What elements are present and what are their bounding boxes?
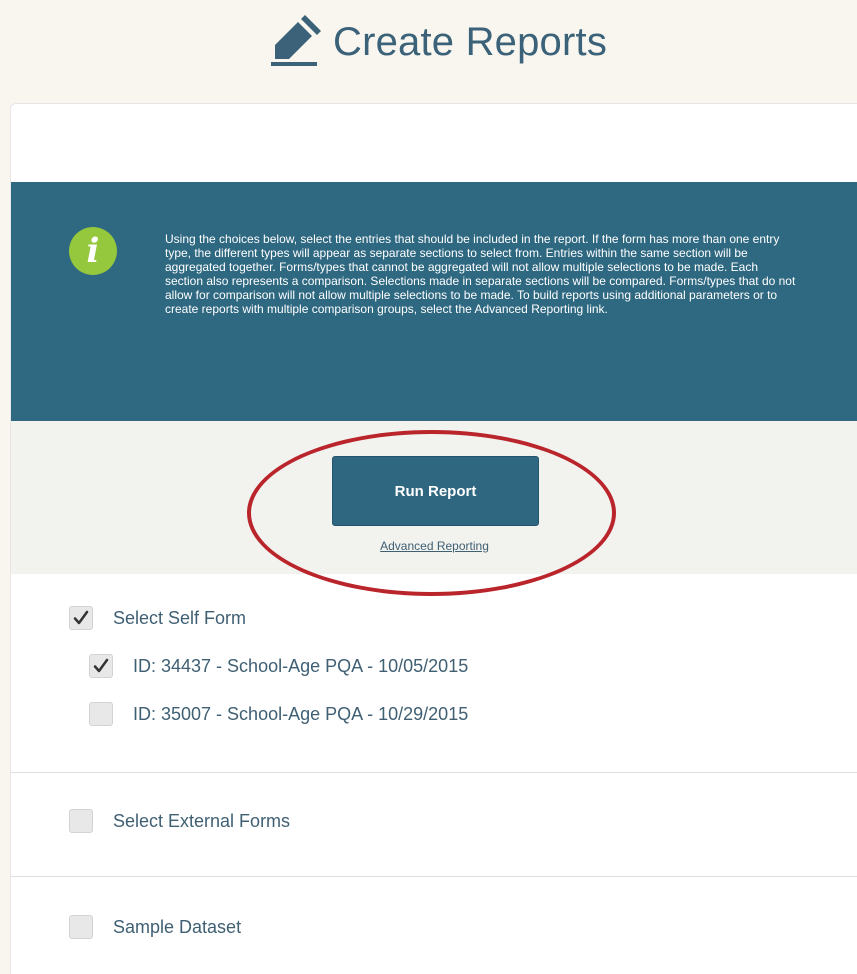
self-form-item-label: ID: 34437 - School-Age PQA - 10/05/2015 xyxy=(133,655,469,676)
self-form-section: Select Self Form ID: 34437 - School-Age … xyxy=(11,574,857,772)
select-self-form-row[interactable]: Select Self Form xyxy=(69,606,246,630)
self-form-item-label: ID: 35007 - School-Age PQA - 10/29/2015 xyxy=(133,703,469,724)
page-header: Create Reports xyxy=(0,0,857,100)
sample-dataset-section: Sample Dataset xyxy=(11,877,857,974)
info-icon-glyph: i xyxy=(86,231,100,271)
run-report-button[interactable]: Run Report xyxy=(332,456,539,526)
self-form-item-row[interactable]: ID: 34437 - School-Age PQA - 10/05/2015 xyxy=(89,654,468,678)
checkmark-icon xyxy=(73,610,89,625)
advanced-reporting-link[interactable]: Advanced Reporting xyxy=(11,539,857,553)
select-external-forms-row[interactable]: Select External Forms xyxy=(69,809,290,833)
self-form-item-row[interactable]: ID: 35007 - School-Age PQA - 10/29/2015 xyxy=(89,702,468,726)
sample-dataset-checkbox[interactable] xyxy=(69,915,93,939)
select-external-forms-checkbox[interactable] xyxy=(69,809,93,833)
self-form-item-checkbox[interactable] xyxy=(89,654,113,678)
action-area: Run Report Advanced Reporting xyxy=(11,421,857,596)
sample-dataset-label: Sample Dataset xyxy=(113,916,242,937)
info-icon: i xyxy=(69,227,117,275)
info-text: Using the choices below, select the entr… xyxy=(165,232,796,316)
select-self-form-label: Select Self Form xyxy=(113,607,247,628)
info-panel: i Using the choices below, select the en… xyxy=(11,182,857,421)
checkmark-icon xyxy=(93,658,109,673)
title-wrap: Create Reports xyxy=(267,10,607,74)
report-card: i Using the choices below, select the en… xyxy=(10,103,857,974)
self-form-item-checkbox[interactable] xyxy=(89,702,113,726)
sample-dataset-row[interactable]: Sample Dataset xyxy=(69,915,241,939)
pencil-icon xyxy=(267,14,323,70)
select-self-form-checkbox[interactable] xyxy=(69,606,93,630)
page-title: Create Reports xyxy=(333,20,608,64)
external-forms-section: Select External Forms xyxy=(11,773,857,876)
select-external-forms-label: Select External Forms xyxy=(113,810,291,831)
